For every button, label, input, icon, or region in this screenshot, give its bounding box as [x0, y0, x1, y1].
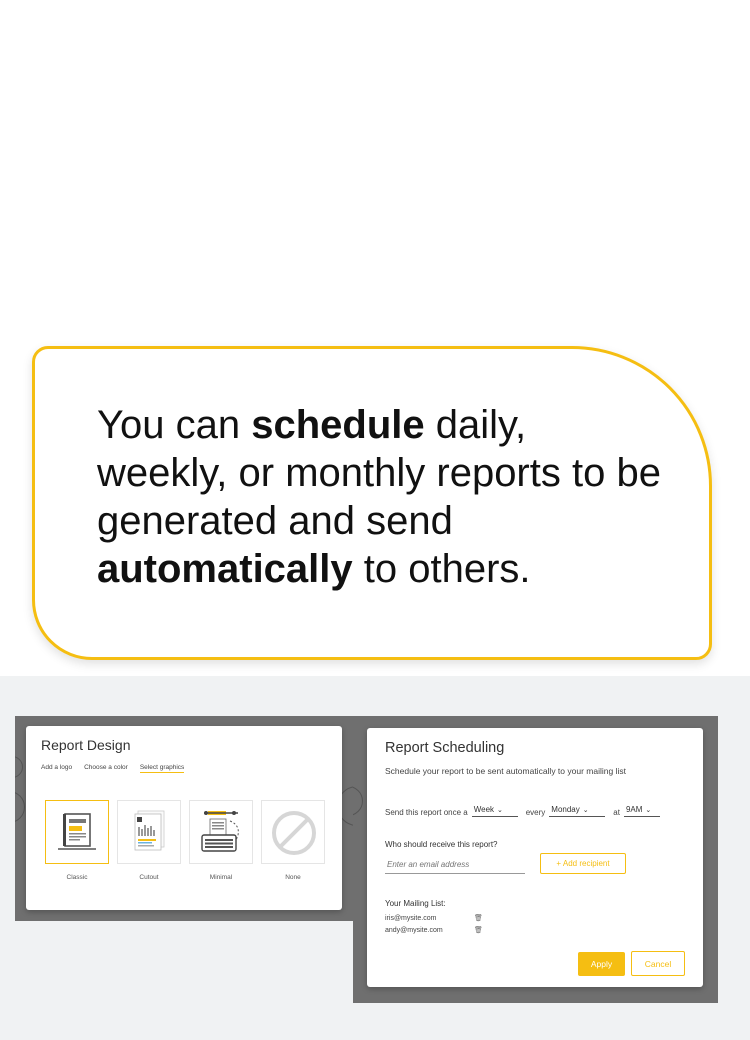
callout-text-part: You can	[97, 403, 252, 447]
callout-emphasis-automatically: automatically	[97, 547, 353, 591]
option-label-none: None	[285, 874, 301, 881]
option-label-minimal: Minimal	[209, 874, 233, 881]
report-scheduling-panel: Report Scheduling Schedule your report t…	[367, 728, 703, 987]
graphic-option-labels: Classic Cutout Minimal None	[45, 874, 325, 881]
day-value: Monday	[551, 805, 580, 814]
trash-icon[interactable]: 🗑	[474, 926, 483, 934]
email-input[interactable]	[385, 856, 525, 874]
every-label: every	[525, 808, 546, 817]
callout-emphasis-schedule: schedule	[251, 403, 425, 447]
recipient-question: Who should receive this report?	[385, 840, 498, 849]
no-graphic-icon	[272, 811, 316, 855]
callout-text: You can schedule daily, weekly, or month…	[97, 401, 667, 593]
report-design-panel: Report Design Add a logo Choose a color …	[26, 726, 342, 910]
page: You can schedule daily, weekly, or month…	[0, 0, 750, 1040]
chevron-down-icon: ⌄	[645, 806, 652, 814]
classic-report-icon	[58, 813, 96, 850]
graphic-options	[45, 800, 325, 864]
typewriter-icon	[201, 811, 239, 852]
send-prefix-label: Send this report once a	[385, 808, 468, 817]
apply-button[interactable]: Apply	[578, 952, 625, 976]
scheduling-title: Report Scheduling	[385, 740, 505, 756]
mailing-list-item: iris@mysite.com 🗑	[385, 914, 483, 923]
design-title: Report Design	[41, 737, 131, 753]
cancel-button[interactable]: Cancel	[631, 951, 685, 976]
tab-select-graphics[interactable]: Select graphics	[139, 764, 185, 773]
graphic-option-minimal[interactable]	[189, 800, 253, 864]
mailing-list-email: iris@mysite.com	[385, 914, 437, 922]
mailing-list-email: andy@mysite.com	[385, 926, 443, 934]
time-select[interactable]: 9AM ⌄	[623, 805, 660, 817]
ghost-circle	[353, 786, 363, 816]
send-frequency-row: Send this report once a Week ⌄ every Mon…	[385, 805, 668, 817]
add-recipient-button[interactable]: + Add recipient	[540, 853, 626, 874]
scheduling-subtitle: Schedule your report to be sent automati…	[385, 766, 626, 776]
option-label-classic: Classic	[66, 874, 88, 881]
tab-choose-color[interactable]: Choose a color	[84, 764, 128, 773]
period-value: Week	[473, 805, 495, 814]
graphic-option-classic[interactable]	[45, 800, 109, 864]
design-tabs: Add a logo Choose a color Select graphic…	[41, 764, 185, 773]
mailing-list-item: andy@mysite.com 🗑	[385, 926, 483, 935]
option-label-cutout: Cutout	[139, 874, 159, 881]
period-select[interactable]: Week ⌄	[471, 805, 518, 817]
chevron-down-icon: ⌄	[582, 806, 589, 814]
callout-text-part: to others.	[352, 547, 531, 591]
ghost-circle	[15, 791, 25, 823]
chevron-down-icon: ⌄	[497, 806, 503, 814]
mailing-list-label: Your Mailing List:	[385, 899, 446, 908]
graphic-option-cutout[interactable]	[117, 800, 181, 864]
time-value: 9AM	[625, 805, 643, 814]
graphic-option-none[interactable]	[261, 800, 325, 864]
ghost-circle	[15, 756, 23, 778]
at-label: at	[613, 808, 620, 817]
trash-icon[interactable]: 🗑	[474, 914, 483, 922]
cutout-report-icon	[134, 810, 165, 851]
info-callout: You can schedule daily, weekly, or month…	[32, 346, 712, 660]
day-select[interactable]: Monday ⌄	[549, 805, 606, 817]
tab-add-logo[interactable]: Add a logo	[41, 764, 72, 773]
